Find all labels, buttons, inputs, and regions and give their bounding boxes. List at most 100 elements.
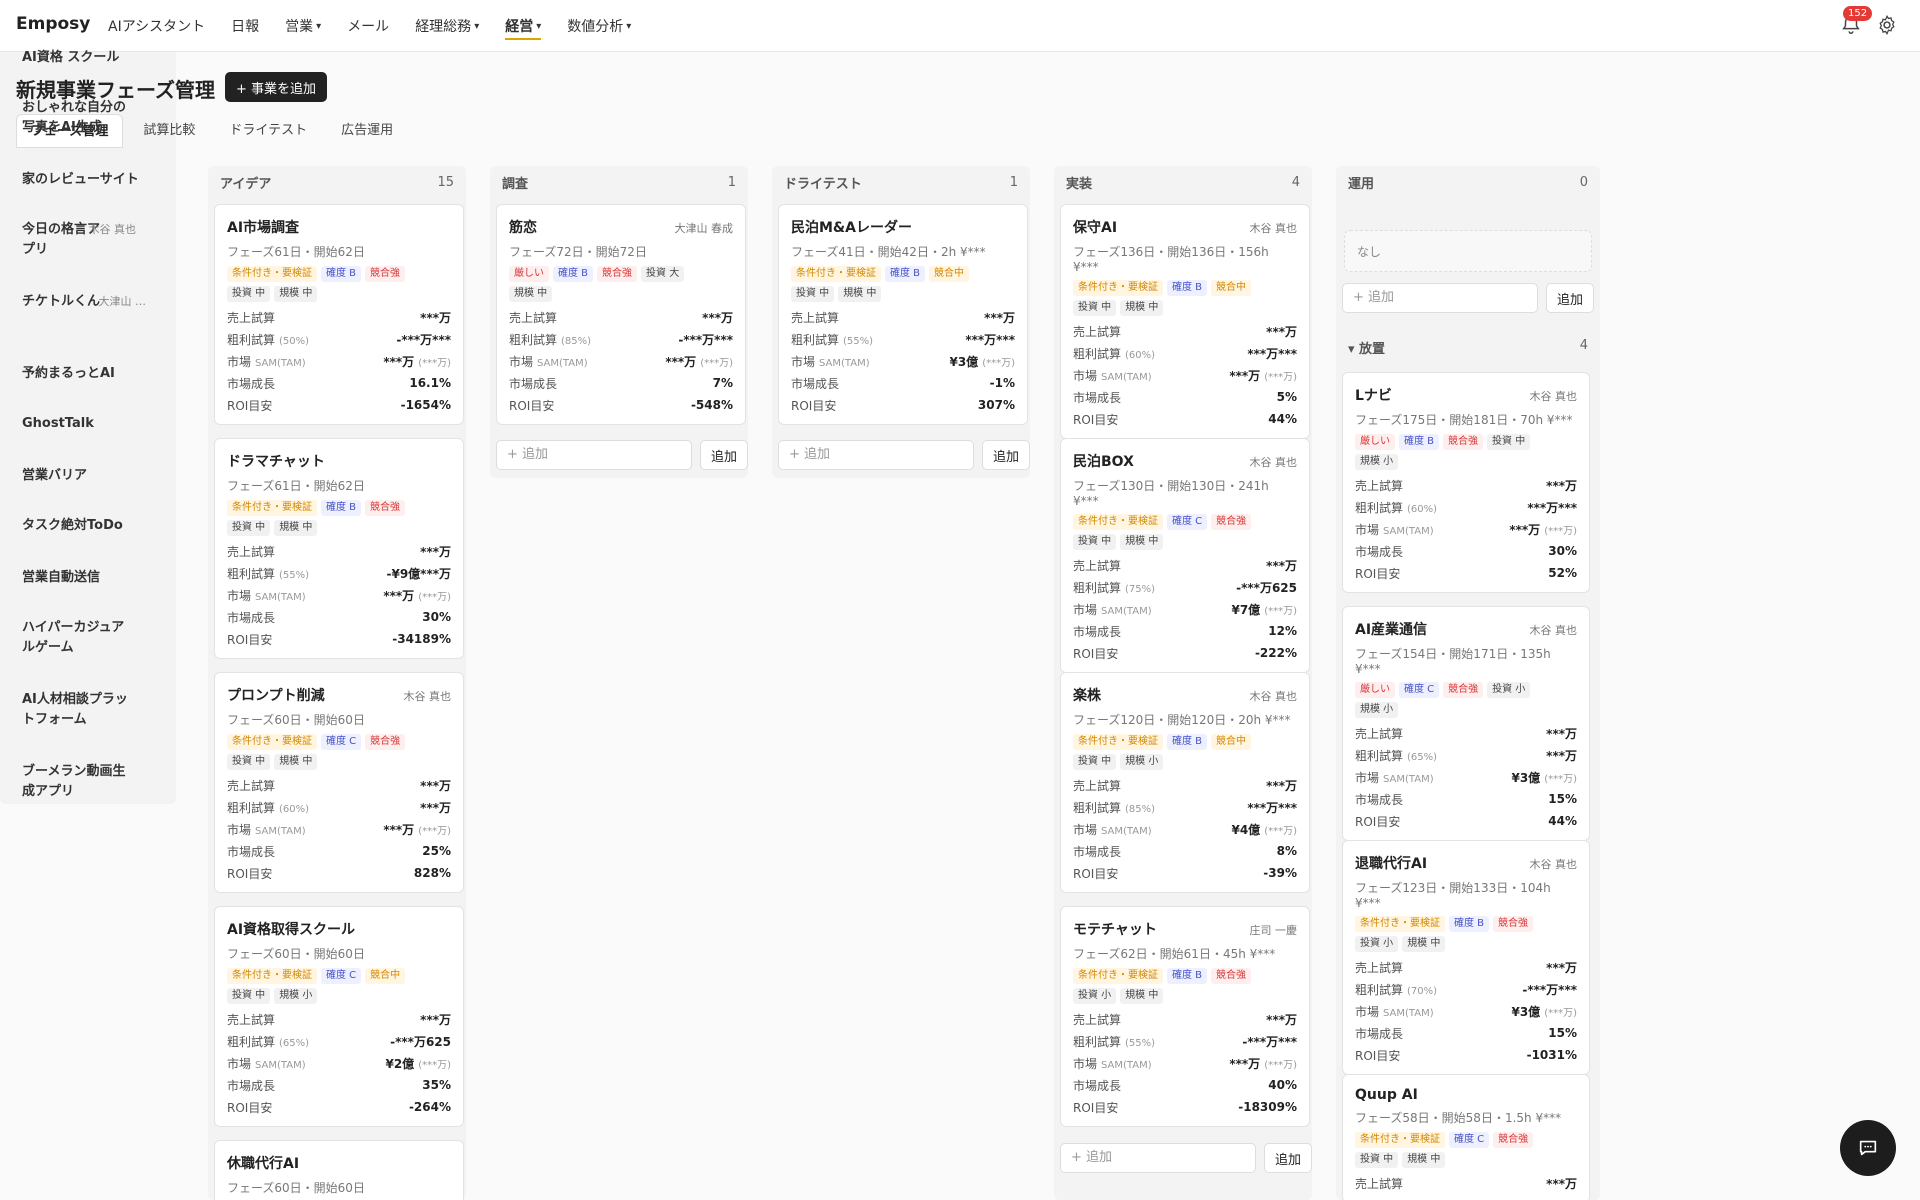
- bot-item[interactable]: AI人材相談プラットフォーム: [0, 690, 150, 730]
- metric-label-text: 市場: [791, 354, 816, 369]
- add-button[interactable]: 追加: [1264, 1143, 1313, 1173]
- metric-label: 売上試算: [1073, 777, 1121, 794]
- metric-value: ***万 (***万): [1509, 521, 1577, 538]
- kanban-card[interactable]: Quup AI フェーズ58日・開始58日・1.5h ¥*** 条件付き・要検証 確度…: [1342, 1074, 1590, 1200]
- kanban-card[interactable]: AI資格取得スクール フェーズ60日・開始60日 条件付き・要検証 確度 C 競合中 投資…: [214, 906, 464, 1127]
- nav-ai-assistant[interactable]: AIアシスタント: [108, 0, 205, 52]
- kanban-card[interactable]: 退職代行AI 木谷 真也 フェーズ123日・開始133日・104h ¥*** 条件付き…: [1342, 840, 1590, 1075]
- metric-value: ***万: [984, 309, 1015, 326]
- metric-value: -¥9億***万: [386, 565, 451, 582]
- kanban-card[interactable]: 民泊BOX 木谷 真也 フェーズ130日・開始130日・241h ¥*** 条件付き・…: [1060, 438, 1310, 673]
- kanban-card[interactable]: 休職代行AI フェーズ60日・開始60日: [214, 1140, 464, 1200]
- metric-value: 12%: [1268, 624, 1297, 638]
- add-button[interactable]: 追加: [700, 440, 749, 470]
- metric-value: 30%: [1548, 544, 1577, 558]
- bot-item[interactable]: チケトルくん 大津山 …: [0, 292, 176, 312]
- metric-value: ***万: [1546, 959, 1577, 976]
- metric-label: 市場 SAM(TAM): [227, 353, 306, 370]
- kanban-card[interactable]: AI産業通信 木谷 真也 フェーズ154日・開始171日・135h ¥*** 厳しい確…: [1342, 606, 1590, 841]
- kanban-card[interactable]: ドラマチャット フェーズ61日・開始62日 条件付き・要検証 確度 B 競合強 投資 中規…: [214, 438, 464, 659]
- metric-row: 粗利試算 (85%) -***万***: [509, 328, 733, 350]
- add-input[interactable]: + 追加: [496, 440, 692, 470]
- metric-label-text: 粗利試算: [227, 332, 276, 347]
- metric-hint: (***万): [700, 357, 733, 369]
- metric-label: 粗利試算 (55%): [227, 565, 309, 582]
- bot-item[interactable]: 今日の格言アプリ 木谷 真也: [0, 220, 176, 260]
- add-button[interactable]: 追加: [1546, 283, 1595, 313]
- status-tag: 規模 中: [509, 286, 553, 302]
- bot-item[interactable]: 予約まるっとAI: [0, 364, 176, 384]
- kanban-card[interactable]: モテチャット 庄司 一慶 フェーズ62日・開始61日・45h ¥*** 条件付き・要検…: [1060, 906, 1310, 1127]
- bot-item[interactable]: 営業自動送信: [0, 568, 176, 588]
- kanban-card[interactable]: AI市場調査 フェーズ61日・開始62日 条件付き・要検証 確度 B 競合強 投資 中規模…: [214, 204, 464, 425]
- brand-logo[interactable]: Emposy: [16, 14, 90, 34]
- metric-hint: SAM(TAM): [1101, 605, 1152, 617]
- bot-item[interactable]: GhostTalk: [0, 414, 176, 434]
- metric-label: 市場 SAM(TAM): [1073, 821, 1152, 838]
- nav-accounting[interactable]: 経理総務 ▾: [415, 0, 479, 52]
- nav-mail[interactable]: メール: [347, 0, 389, 52]
- metric-label-text: 粗利試算: [1073, 580, 1122, 595]
- status-tag: 競合強: [1211, 514, 1252, 530]
- bot-item[interactable]: AI資格 スクール: [0, 48, 176, 68]
- add-input[interactable]: + 追加: [1342, 283, 1538, 313]
- kanban-card[interactable]: プロンプト削減 木谷 真也 フェーズ60日・開始60日 条件付き・要検証 確度 C 競合強…: [214, 672, 464, 893]
- metric-label: 売上試算: [227, 1011, 275, 1028]
- metric-label: 市場 SAM(TAM): [1073, 601, 1152, 618]
- metric-value: -***万625: [1236, 579, 1297, 596]
- metric-label-text: 売上試算: [1073, 324, 1122, 339]
- status-tag: 競合強: [365, 500, 406, 516]
- metric-label: 市場 SAM(TAM): [227, 1055, 306, 1072]
- bot-item[interactable]: 営業バリア: [0, 466, 176, 486]
- chat-button[interactable]: [1840, 1120, 1896, 1176]
- metric-label: 市場成長: [509, 375, 557, 392]
- status-tag: 投資 中: [1355, 1152, 1399, 1168]
- chevron-down-icon: ▾: [626, 20, 632, 32]
- metric-row: 市場成長 25%: [227, 840, 451, 862]
- nav-daily-report[interactable]: 日報: [231, 0, 259, 52]
- nav-label: AIアシスタント: [108, 19, 206, 35]
- bot-item[interactable]: ハイパーカジュアルゲーム: [0, 618, 150, 658]
- bot-item[interactable]: タスク絶対ToDo: [0, 516, 176, 536]
- nav-management[interactable]: 経営 ▾: [505, 0, 542, 52]
- nav-analytics[interactable]: 数値分析 ▾: [567, 0, 631, 52]
- add-input[interactable]: + 追加: [1060, 1143, 1256, 1173]
- metric-value-text: -39%: [1263, 866, 1297, 880]
- metric-label-text: 市場: [1073, 368, 1098, 383]
- kanban-card[interactable]: 保守AI 木谷 真也 フェーズ136日・開始136日・156h ¥*** 条件付き・要…: [1060, 204, 1310, 439]
- gear-icon[interactable]: [1876, 14, 1898, 36]
- kanban-card[interactable]: 筋恋 大津山 春成 フェーズ72日・開始72日 厳しい 確度 B 競合強 投資 大規模 中売…: [496, 204, 746, 425]
- metric-value-text: ¥7億: [1231, 602, 1261, 617]
- tab-dry-test[interactable]: ドライテスト: [215, 114, 321, 148]
- status-tag: 厳しい: [1355, 434, 1395, 450]
- metric-label-text: 粗利試算: [227, 1034, 276, 1049]
- metric-row: 粗利試算 (55%) -¥9億***万: [227, 562, 451, 584]
- add-input[interactable]: + 追加: [778, 440, 974, 470]
- status-tag: 確度 B: [321, 266, 362, 282]
- nav-sales[interactable]: 営業 ▾: [285, 0, 321, 52]
- status-tag: 競合強: [1443, 434, 1484, 450]
- metric-label-text: 売上試算: [1073, 778, 1122, 793]
- neglect-section-header[interactable]: ▾ 放置 4: [1348, 338, 1588, 357]
- card-phase-info: フェーズ154日・開始171日・135h ¥***: [1355, 647, 1551, 676]
- metric-value: ***万 (***万): [1229, 367, 1297, 384]
- metric-row: 売上試算 ***万: [1355, 474, 1577, 496]
- metric-value-text: 16.1%: [409, 376, 451, 390]
- kanban-card[interactable]: 楽株 木谷 真也 フェーズ120日・開始120日・20h ¥*** 条件付き・要検証確…: [1060, 672, 1310, 893]
- add-button[interactable]: 追加: [982, 440, 1031, 470]
- metric-label-text: 市場成長: [227, 844, 276, 859]
- metric-value-text: -***万***: [1522, 982, 1577, 997]
- card-title: 民泊M&Aレーダー: [791, 220, 912, 236]
- metric-hint: (***万): [1544, 773, 1577, 785]
- status-tag: 厳しい: [1355, 682, 1395, 698]
- tab-ad-operations[interactable]: 広告運用: [327, 114, 407, 148]
- kanban-card[interactable]: 民泊M&Aレーダー フェーズ41日・開始42日・2h ¥*** 条件付き・要検証 確度…: [778, 204, 1028, 425]
- bot-item[interactable]: 家のレビューサイト: [0, 170, 176, 190]
- metric-value: 828%: [414, 866, 451, 880]
- bot-item[interactable]: ブーメラン動画生成アプリ: [0, 762, 150, 802]
- chevron-down-icon: ▾: [474, 20, 480, 32]
- kanban-card[interactable]: Lナビ 木谷 真也 フェーズ175日・開始181日・70h ¥*** 厳しい 確度 B競…: [1342, 372, 1590, 593]
- bot-item[interactable]: おしゃれな自分の写真をAI生成: [0, 98, 150, 138]
- add-business-button[interactable]: + 事業を追加: [225, 72, 328, 102]
- metric-label: 売上試算: [791, 309, 839, 326]
